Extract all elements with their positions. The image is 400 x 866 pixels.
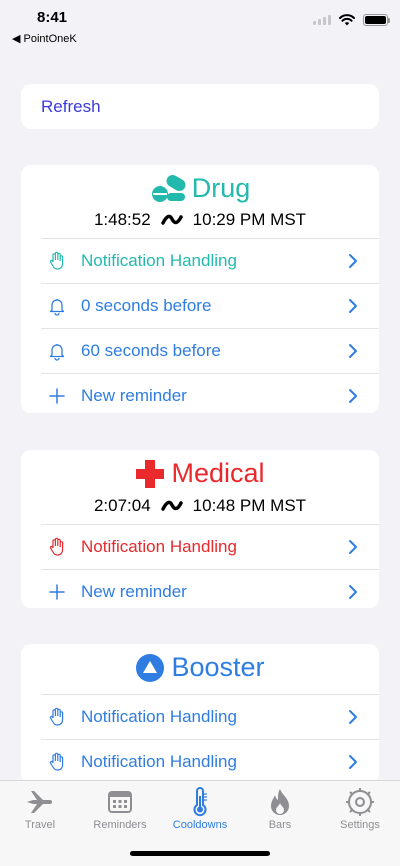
chevron-right-icon <box>349 298 357 313</box>
tab-label: Settings <box>340 819 380 831</box>
bell-icon <box>49 343 65 361</box>
reminder-row[interactable]: 0 seconds before <box>41 282 379 328</box>
airplane-icon <box>27 791 52 813</box>
cooldown-header: Booster <box>21 644 379 688</box>
cooldown-card-medical: Medical 2:07:04 10:48 PM MST Notificatio… <box>21 450 379 608</box>
flame-icon <box>271 789 289 815</box>
pills-icon <box>151 174 186 202</box>
thermometer-icon <box>193 787 207 817</box>
cooldown-end-time: 10:29 PM MST <box>192 209 307 229</box>
cooldown-end-time: 10:48 PM MST <box>192 495 307 515</box>
cooldown-title-text: Drug <box>191 173 251 203</box>
hand-icon <box>49 537 64 556</box>
hand-icon <box>49 707 64 726</box>
gear-icon <box>346 788 374 816</box>
tab-label: Bars <box>268 819 292 831</box>
tab-cooldowns[interactable]: Cooldowns <box>160 787 240 831</box>
cooldown-remaining: 1:48:52 <box>93 209 151 229</box>
chevron-right-icon <box>349 584 357 599</box>
notification-handling-row[interactable]: Notification Handling <box>41 523 379 569</box>
row-label: 60 seconds before <box>81 340 221 360</box>
row-label: Notification Handling <box>81 751 237 771</box>
status-time: 8:41 <box>37 9 68 26</box>
cooldown-card-drug: Drug 1:48:52 10:29 PM MST Notification H… <box>21 165 379 413</box>
home-indicator <box>130 851 270 856</box>
tab-reminders[interactable]: Reminders <box>80 787 160 831</box>
chevron-right-icon <box>349 253 357 268</box>
chevron-right-icon <box>349 539 357 554</box>
chevron-right-icon <box>349 343 357 358</box>
hand-icon <box>49 251 64 270</box>
plus-icon <box>49 387 65 404</box>
row-label: Notification Handling <box>81 536 237 556</box>
notification-handling-row[interactable]: Notification Handling <box>41 738 379 781</box>
cooldown-title-text: Medical <box>171 458 265 488</box>
tab-settings[interactable]: Settings <box>320 787 400 831</box>
cooldown-title: Booster <box>135 652 265 683</box>
new-reminder-row[interactable]: New reminder <box>41 568 379 609</box>
tab-label: Cooldowns <box>172 819 228 831</box>
cooldown-header: Drug 1:48:52 10:29 PM MST <box>21 165 379 230</box>
tab-bars[interactable]: Bars <box>240 787 320 831</box>
tab-label: Travel <box>24 819 56 831</box>
row-label: Notification Handling <box>81 250 237 270</box>
calendar-icon <box>108 791 132 813</box>
cooldown-card-booster: Booster Notification Handling Notificati… <box>21 644 379 780</box>
tilde-icon <box>160 214 183 225</box>
reminder-row[interactable]: 60 seconds before <box>41 327 379 373</box>
cellular-signal-icon <box>313 15 331 25</box>
tab-travel[interactable]: Travel <box>0 787 80 831</box>
cooldown-timer-line: 1:48:52 10:29 PM MST <box>21 210 379 230</box>
cooldown-remaining: 2:07:04 <box>93 495 151 515</box>
status-bar: 8:41 ◀ PointOneK <box>0 0 400 50</box>
refresh-button[interactable]: Refresh <box>21 84 379 129</box>
chevron-right-icon <box>349 754 357 769</box>
chevron-right-icon <box>349 709 357 724</box>
cooldown-timer-line: 2:07:04 10:48 PM MST <box>21 496 379 516</box>
row-label: New reminder <box>81 581 187 601</box>
hand-icon <box>49 752 64 771</box>
cooldowns-list[interactable]: Refresh Drug 1:48:52 10:29 PM MST Notifi… <box>0 50 400 780</box>
arrow-up-circle-icon <box>136 653 165 682</box>
tilde-icon <box>160 500 183 511</box>
row-label: Notification Handling <box>81 706 237 726</box>
tab-label: Reminders <box>93 819 147 831</box>
notification-handling-row[interactable]: Notification Handling <box>41 237 379 283</box>
row-label: 0 seconds before <box>81 295 212 315</box>
cooldown-title-text: Booster <box>171 652 265 682</box>
back-to-app-link[interactable]: ◀ PointOneK <box>12 32 77 45</box>
notification-handling-row[interactable]: Notification Handling <box>41 693 379 739</box>
new-reminder-row[interactable]: New reminder <box>41 372 379 414</box>
refresh-card: Refresh <box>21 84 379 129</box>
chevron-right-icon <box>349 388 357 403</box>
plus-icon <box>49 583 65 600</box>
cooldown-header: Medical 2:07:04 10:48 PM MST <box>21 450 379 516</box>
status-indicators <box>313 14 390 26</box>
cooldown-title: Drug <box>150 173 251 204</box>
battery-icon <box>363 14 390 26</box>
cooldown-title: Medical <box>135 458 265 489</box>
bell-icon <box>49 298 65 316</box>
row-label: New reminder <box>81 385 187 405</box>
wifi-icon <box>339 14 355 26</box>
medical-cross-icon <box>136 459 165 488</box>
